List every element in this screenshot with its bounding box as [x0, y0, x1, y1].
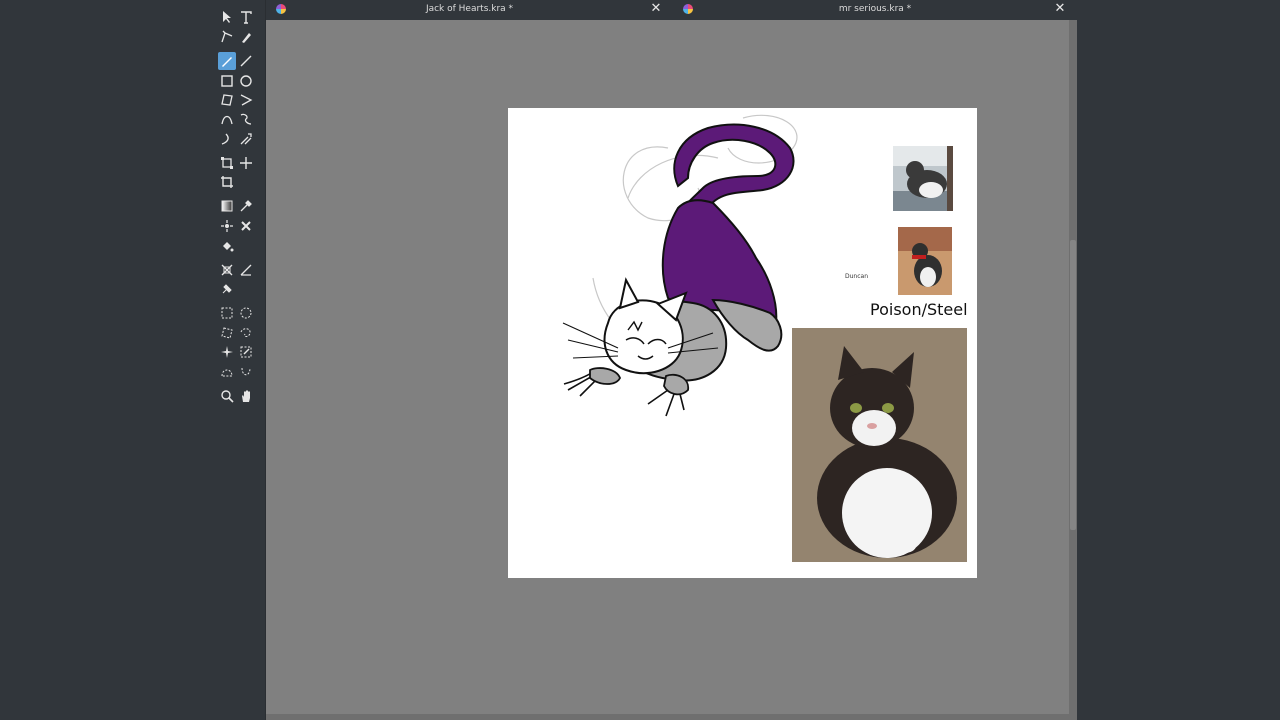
close-icon[interactable]: ✕ [1053, 2, 1067, 16]
reference-photo-cat-floor [898, 227, 952, 295]
left-dock-area [0, 0, 212, 720]
rectangular-selection-tool-icon[interactable] [218, 304, 236, 322]
polygonal-selection-tool-icon[interactable] [218, 324, 236, 342]
fill-tool-icon[interactable] [218, 237, 236, 255]
calligraphy-tool-icon[interactable] [237, 28, 255, 46]
reference-photo-cat-main [792, 328, 967, 562]
colorize-mask-tool-icon[interactable] [218, 217, 236, 235]
horizontal-scrollbar[interactable] [266, 714, 1069, 720]
vertical-scrollbar[interactable] [1069, 20, 1077, 720]
text-tool-icon[interactable] [237, 8, 255, 26]
tab-title: mr serious.kra * [838, 4, 912, 14]
transform-tool-icon[interactable] [218, 154, 236, 172]
reference-label: Duncan [845, 273, 869, 280]
ellipse-tool-icon[interactable] [237, 72, 255, 90]
rectangle-tool-icon[interactable] [218, 72, 236, 90]
bezier-selection-tool-icon[interactable] [218, 363, 236, 381]
toolbox [212, 0, 266, 720]
elliptical-selection-tool-icon[interactable] [237, 304, 255, 322]
pan-tool-icon[interactable] [237, 387, 255, 405]
crop-tool-icon[interactable] [218, 173, 236, 191]
krita-window: Jack of Hearts.kra * ✕ mr serious.kra * … [0, 0, 1280, 720]
measure-tool-icon[interactable] [237, 261, 255, 279]
scrollbar-thumb[interactable] [1070, 240, 1076, 530]
similar-selection-tool-icon[interactable] [237, 343, 255, 361]
freehand-selection-tool-icon[interactable] [237, 324, 255, 342]
document-tab[interactable]: mr serious.kra * ✕ [673, 0, 1077, 20]
magnetic-selection-tool-icon[interactable] [237, 363, 255, 381]
reference-images-tool-icon[interactable] [218, 280, 236, 298]
gradient-tool-icon[interactable] [218, 197, 236, 215]
type-label: Poison/Steel [870, 300, 968, 319]
dynamic-brush-tool-icon[interactable] [218, 130, 236, 148]
assistant-tool-icon[interactable] [218, 261, 236, 279]
polyline-tool-icon[interactable] [237, 91, 255, 109]
reference-photo-cat-window [893, 146, 953, 211]
edit-shapes-tool-icon[interactable] [218, 28, 236, 46]
tab-title: Jack of Hearts.kra * [425, 4, 514, 14]
smart-patch-tool-icon[interactable] [237, 217, 255, 235]
close-icon[interactable]: ✕ [649, 2, 663, 16]
move-tool-icon[interactable] [237, 154, 255, 172]
polygon-tool-icon[interactable] [218, 91, 236, 109]
select-shapes-tool-icon[interactable] [218, 8, 236, 26]
color-picker-tool-icon[interactable] [237, 197, 255, 215]
document-tab[interactable]: Jack of Hearts.kra * ✕ [266, 0, 673, 20]
right-dock-area [1077, 0, 1280, 720]
canvas-page[interactable]: Duncan Poison/Steel [508, 108, 977, 578]
zoom-tool-icon[interactable] [218, 387, 236, 405]
freehand-brush-tool-icon[interactable] [218, 52, 236, 70]
bezier-curve-tool-icon[interactable] [218, 110, 236, 128]
contiguous-selection-tool-icon[interactable] [218, 343, 236, 361]
line-tool-icon[interactable] [237, 52, 255, 70]
multibrush-tool-icon[interactable] [237, 130, 255, 148]
freehand-path-tool-icon[interactable] [237, 110, 255, 128]
